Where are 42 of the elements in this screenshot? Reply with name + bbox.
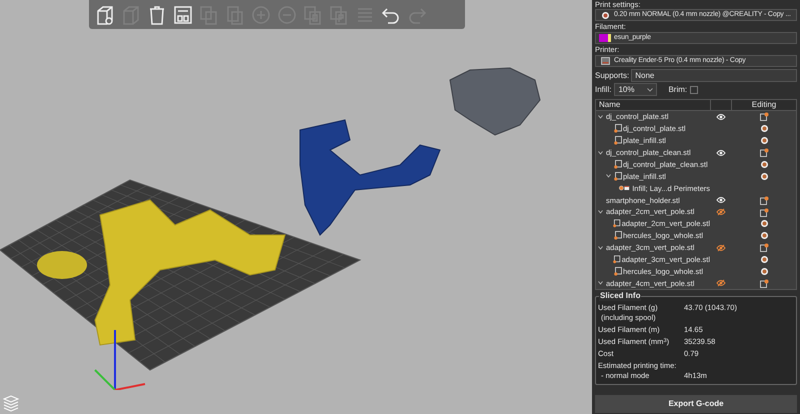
sliced-info-title: Sliced Info — [599, 291, 642, 302]
dropdown-value: 10% — [618, 84, 634, 96]
printer-icon — [600, 57, 610, 65]
brim-label: Brim: — [668, 84, 688, 96]
collapse-chevron-icon[interactable] — [598, 246, 603, 250]
part-icon — [614, 172, 622, 181]
collapse-chevron-icon[interactable] — [598, 150, 603, 155]
eye-icon[interactable] — [716, 148, 726, 157]
dropdown-value: None — [635, 70, 654, 82]
part-icon — [613, 219, 621, 228]
infill-label: Infill: — [595, 84, 612, 96]
infill-dropdown[interactable]: 10% — [614, 83, 658, 96]
export-gcode-button[interactable]: Export G-code — [595, 395, 797, 413]
collapse-chevron-icon[interactable] — [598, 114, 603, 119]
object-settings-icon[interactable] — [760, 196, 768, 205]
object-settings-icon[interactable] — [760, 148, 768, 158]
infill-settings-icon — [619, 184, 630, 192]
column-header[interactable]: Editing — [732, 99, 796, 111]
grid-layout-icon — [172, 4, 194, 26]
part-icon — [613, 255, 621, 264]
object-settings-icon[interactable] — [760, 278, 768, 288]
part-icon — [614, 231, 622, 240]
eye-icon[interactable] — [716, 112, 726, 121]
eye-slash-icon[interactable] — [716, 244, 726, 252]
part-icon — [614, 124, 622, 134]
object-settings-icon[interactable] — [760, 112, 768, 122]
column-header[interactable]: Name — [596, 99, 710, 111]
object-settings-icon[interactable] — [760, 208, 768, 217]
supports-dropdown[interactable]: None — [631, 69, 797, 82]
eye-slash-icon[interactable] — [716, 208, 726, 216]
eye-slash-icon[interactable] — [716, 279, 726, 288]
collapse-chevron-icon[interactable] — [606, 174, 611, 178]
part-icon — [614, 267, 622, 276]
brim-checkbox[interactable] — [690, 86, 698, 94]
collapse-chevron-icon[interactable] — [598, 210, 603, 214]
chevron-down-icon — [647, 88, 654, 92]
collapse-chevron-icon[interactable] — [598, 281, 603, 286]
part-icon — [614, 160, 622, 169]
part-icon — [614, 136, 622, 146]
eye-icon[interactable] — [716, 196, 726, 204]
object-settings-icon[interactable] — [760, 243, 768, 252]
supports-label: Supports: — [595, 70, 630, 82]
